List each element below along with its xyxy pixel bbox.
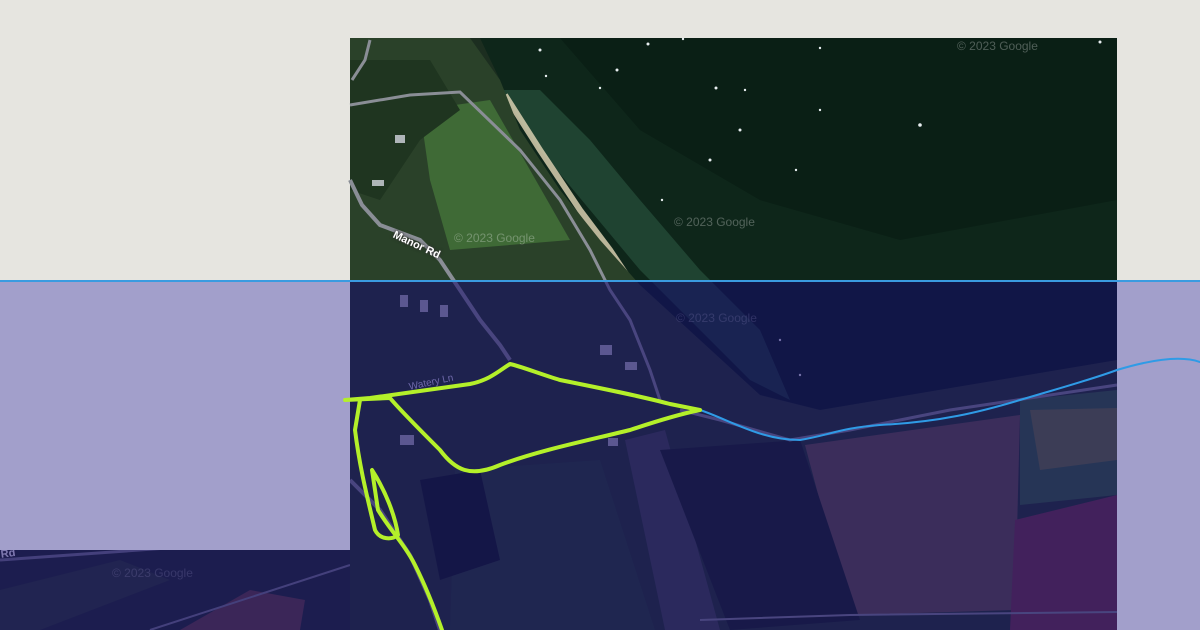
route-primary-path [343, 362, 702, 474]
route-secondary-path [699, 357, 1200, 442]
route-overlay [343, 357, 1200, 630]
route-primary-path [353, 398, 444, 630]
map-view[interactable]: Manor Rd Rd Watery Ln © 2023 Google © 20… [0, 0, 1200, 630]
